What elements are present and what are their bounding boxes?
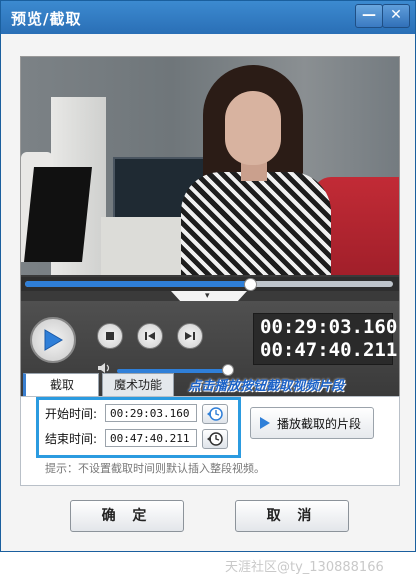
video-frame[interactable] <box>21 57 399 275</box>
tab-capture[interactable]: 截取 <box>23 373 99 397</box>
next-frame-icon <box>185 332 195 340</box>
play-icon <box>44 329 63 351</box>
set-start-time-button[interactable] <box>202 404 228 424</box>
stop-button[interactable] <box>97 323 123 349</box>
next-frame-button[interactable] <box>177 323 203 349</box>
watermark: 天涯社区@ty_130888166 <box>225 560 384 575</box>
cancel-button[interactable]: 取 消 <box>235 500 349 532</box>
title-bar[interactable]: 预览/截取 — ✕ <box>1 1 415 34</box>
time-display: 00:29:03.160 00:47:40.211 <box>253 313 397 365</box>
play-segment-label: 播放截取的片段 <box>277 417 362 431</box>
previous-frame-button[interactable] <box>137 323 163 349</box>
progress-handle[interactable] <box>244 278 258 291</box>
progress-fill <box>25 281 250 287</box>
clock-arrow-icon <box>207 407 223 421</box>
start-time-label: 开始时间: <box>45 407 98 421</box>
total-time: 00:47:40.211 <box>260 339 398 361</box>
video-player: ▾ 00:29:03.160 00:47:40.211 <box>20 56 400 398</box>
window-title: 预览/截取 <box>11 10 82 28</box>
previous-frame-icon <box>145 332 155 340</box>
close-button[interactable]: ✕ <box>382 4 410 28</box>
chevron-down-icon[interactable]: ▾ <box>205 291 210 301</box>
tip-text: 提示：不设置截取时间则默认插入整段视频。 <box>45 462 265 475</box>
clock-arrow-icon <box>207 432 223 446</box>
play-segment-button[interactable]: 播放截取的片段 <box>250 407 374 439</box>
video-scene-monitor <box>24 167 92 262</box>
play-button[interactable] <box>30 317 76 363</box>
set-end-time-button[interactable] <box>202 429 228 449</box>
dialog-window: 预览/截取 — ✕ ▾ 00:29:03.160 00:47:40.211 截取… <box>0 0 416 575</box>
end-time-label: 结束时间: <box>45 432 98 446</box>
tab-magic-features[interactable]: 魔术功能 <box>102 373 174 397</box>
minimize-button[interactable]: — <box>355 4 383 28</box>
end-time-input[interactable]: 00:47:40.211 <box>105 429 197 447</box>
dialog-content: ▾ 00:29:03.160 00:47:40.211 截取 魔术功能 点击播放… <box>1 34 415 575</box>
start-time-input[interactable]: 00:29:03.160 <box>105 404 197 422</box>
video-scene-person-body <box>181 172 331 275</box>
video-scene-person-face <box>225 91 281 165</box>
stop-icon <box>106 332 114 340</box>
play-icon <box>260 417 270 429</box>
hint-title: 点击播放按钮截取视频片段 <box>188 379 345 394</box>
progress-bar[interactable] <box>21 277 399 291</box>
ok-button[interactable]: 确 定 <box>70 500 184 532</box>
current-time: 00:29:03.160 <box>260 316 398 338</box>
